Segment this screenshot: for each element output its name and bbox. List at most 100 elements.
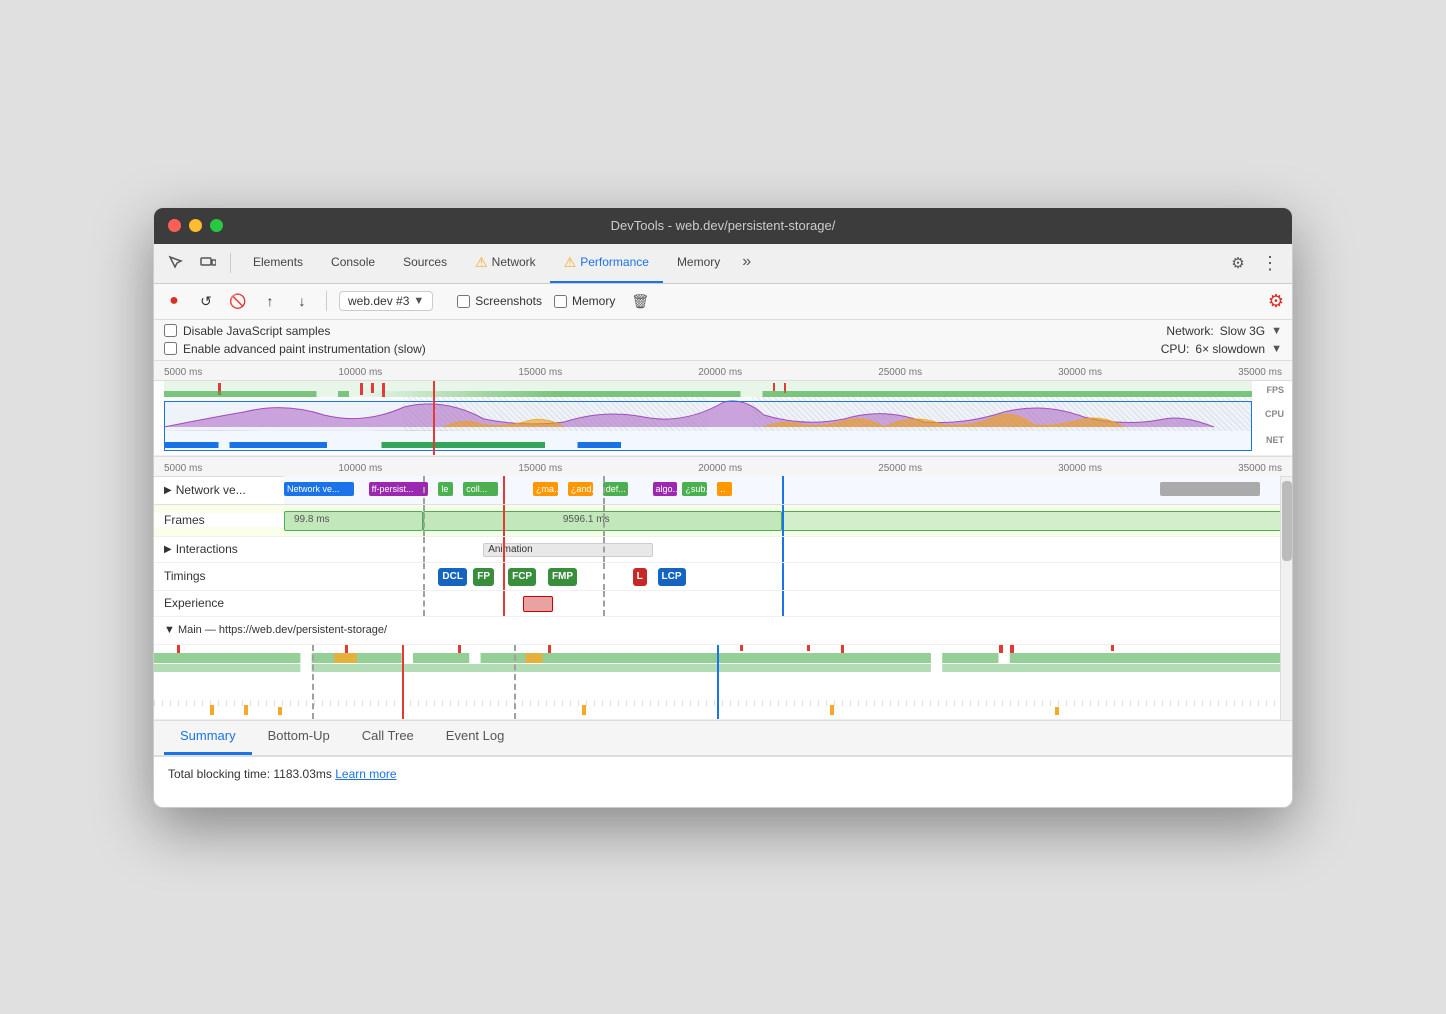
interactions-label[interactable]: ▶ Interactions <box>154 542 284 556</box>
tab-more[interactable]: » <box>734 243 759 283</box>
upload-button[interactable]: ↑ <box>258 289 282 313</box>
network-item-7[interactable]: algo... <box>653 482 678 496</box>
screenshots-checkbox[interactable]: Screenshots <box>457 294 542 308</box>
memory-checkbox[interactable]: Memory <box>554 294 615 308</box>
action-bar: ● ↺ 🚫 ↑ ↓ web.dev #3 ▼ Screenshots Memor… <box>154 284 1292 320</box>
devtools-window: DevTools - web.dev/persistent-storage/ E… <box>153 207 1293 808</box>
flame-chart <box>154 645 1280 720</box>
cpu-value: 6× slowdown <box>1195 342 1265 356</box>
network-item-gray[interactable] <box>1160 482 1260 496</box>
network-item-9[interactable]: .. <box>717 482 732 496</box>
timings-label: Timings <box>154 569 284 583</box>
inspect-icon[interactable] <box>162 249 190 277</box>
detail-ruler-labels: 5000 ms 10000 ms 15000 ms 20000 ms 25000… <box>154 463 1292 474</box>
bottom-tabs-bar: Summary Bottom-Up Call Tree Event Log <box>154 721 1292 757</box>
settings-icon[interactable]: ⚙ <box>1224 249 1252 277</box>
overview-timeline: 5000 ms 10000 ms 15000 ms 20000 ms 25000… <box>154 361 1292 457</box>
interactions-content: Animation <box>284 537 1280 562</box>
enable-paint-checkbox[interactable] <box>164 342 177 355</box>
network-warning-icon: ⚠ <box>475 254 488 271</box>
disable-js-checkbox[interactable] <box>164 324 177 337</box>
cpu-option-row: CPU: 6× slowdown ▼ <box>1161 342 1282 356</box>
interaction-animation[interactable]: Animation <box>483 543 652 557</box>
tab-bottom-up[interactable]: Bottom-Up <box>252 719 346 755</box>
more-options-icon[interactable]: ⋮ <box>1256 249 1284 277</box>
network-dropdown-arrow[interactable]: ▼ <box>1271 325 1282 337</box>
tab-console[interactable]: Console <box>317 243 389 283</box>
ruler-label-2: 15000 ms <box>518 367 562 378</box>
tab-performance[interactable]: ⚠ Performance <box>550 243 663 283</box>
tab-elements[interactable]: Elements <box>239 243 317 283</box>
fcp-badge[interactable]: FCP <box>508 568 536 586</box>
frame-block-3 <box>782 511 1280 531</box>
interactions-track: ▶ Interactions Animation <box>154 537 1280 563</box>
lcp-badge[interactable]: LCP <box>658 568 686 586</box>
minimize-button[interactable] <box>189 219 202 232</box>
network-item-3[interactable]: coll... <box>463 482 498 496</box>
network-item-8[interactable]: ¿sub... <box>682 482 707 496</box>
tab-summary[interactable]: Summary <box>164 719 252 755</box>
toolbar-right: ⚙ ⋮ <box>1224 249 1284 277</box>
net-label: NET <box>1266 435 1284 445</box>
enable-paint-row: Enable advanced paint instrumentation (s… <box>164 342 426 356</box>
network-item-5[interactable]: ¿and... <box>568 482 593 496</box>
tab-sources[interactable]: Sources <box>389 243 461 283</box>
fp-badge[interactable]: FP <box>473 568 494 586</box>
divider <box>230 253 231 273</box>
time-marker[interactable] <box>433 381 435 455</box>
scrollbar-thumb[interactable] <box>1282 481 1292 561</box>
network-item-4[interactable]: ¿ma... <box>533 482 558 496</box>
fmp-badge[interactable]: FMP <box>548 568 577 586</box>
frames-content: 99.8 ms 9596.1 ms <box>284 505 1280 536</box>
dashed-line-2 <box>603 476 605 504</box>
experience-content <box>284 591 1280 616</box>
fps-cpu-net-area[interactable]: FPS CPU NET <box>154 381 1292 456</box>
exp-block[interactable] <box>523 596 553 612</box>
screenshots-memory-bar: Screenshots Memory 🗑 <box>457 291 653 312</box>
cpu-label: CPU <box>1265 409 1284 419</box>
network-track-content: Network ve... ff-persist... le coll... ¿… <box>284 476 1280 504</box>
ruler-label-4: 25000 ms <box>878 367 922 378</box>
experience-track: Experience <box>154 591 1280 617</box>
cpu-dropdown-arrow[interactable]: ▼ <box>1271 343 1282 355</box>
session-selector[interactable]: web.dev #3 ▼ <box>339 291 433 311</box>
record-button[interactable]: ● <box>162 289 186 313</box>
options-right: Network: Slow 3G ▼ CPU: 6× slowdown ▼ <box>1161 324 1282 356</box>
network-item-2[interactable]: le <box>438 482 453 496</box>
tab-call-tree[interactable]: Call Tree <box>346 719 430 755</box>
performance-settings-icon[interactable]: ⚙ <box>1268 291 1284 312</box>
vertical-scrollbar[interactable] <box>1280 477 1292 720</box>
tab-memory[interactable]: Memory <box>663 243 734 283</box>
options-bar: Disable JavaScript samples Enable advanc… <box>154 320 1292 361</box>
download-button[interactable]: ↓ <box>290 289 314 313</box>
network-item-1[interactable]: ff-persist... <box>369 482 429 496</box>
bottom-content-area: Total blocking time: 1183.03ms Learn mor… <box>154 757 1292 807</box>
ruler-label-3: 20000 ms <box>698 367 742 378</box>
detail-ruler: 5000 ms 10000 ms 15000 ms 20000 ms 25000… <box>154 457 1292 477</box>
tab-event-log[interactable]: Event Log <box>430 719 521 755</box>
network-item-6[interactable]: def... <box>603 482 628 496</box>
tab-network[interactable]: ⚠ Network <box>461 243 550 283</box>
close-button[interactable] <box>168 219 181 232</box>
maximize-button[interactable] <box>210 219 223 232</box>
divider2 <box>326 291 327 311</box>
ruler-label-0: 5000 ms <box>164 367 202 378</box>
disable-js-row: Disable JavaScript samples <box>164 324 426 338</box>
blue-line <box>782 476 784 504</box>
cpu-track <box>164 397 1252 431</box>
dcl-badge[interactable]: DCL <box>438 568 467 586</box>
l-badge[interactable]: L <box>633 568 647 586</box>
network-redline <box>503 476 505 504</box>
experience-label: Experience <box>154 596 284 610</box>
dashed-line-1 <box>423 476 425 504</box>
device-toggle-icon[interactable] <box>194 249 222 277</box>
learn-more-link[interactable]: Learn more <box>335 767 396 781</box>
traffic-lights <box>168 219 223 232</box>
network-item-0[interactable]: Network ve... <box>284 482 354 496</box>
reload-button[interactable]: ↺ <box>194 289 218 313</box>
trash-icon[interactable]: 🗑 <box>627 291 653 312</box>
fps-track <box>164 381 1252 397</box>
clear-button[interactable]: 🚫 <box>226 289 250 313</box>
network-track-label[interactable]: ▶ Network ve... <box>154 483 284 497</box>
fps-label: FPS <box>1266 385 1284 395</box>
